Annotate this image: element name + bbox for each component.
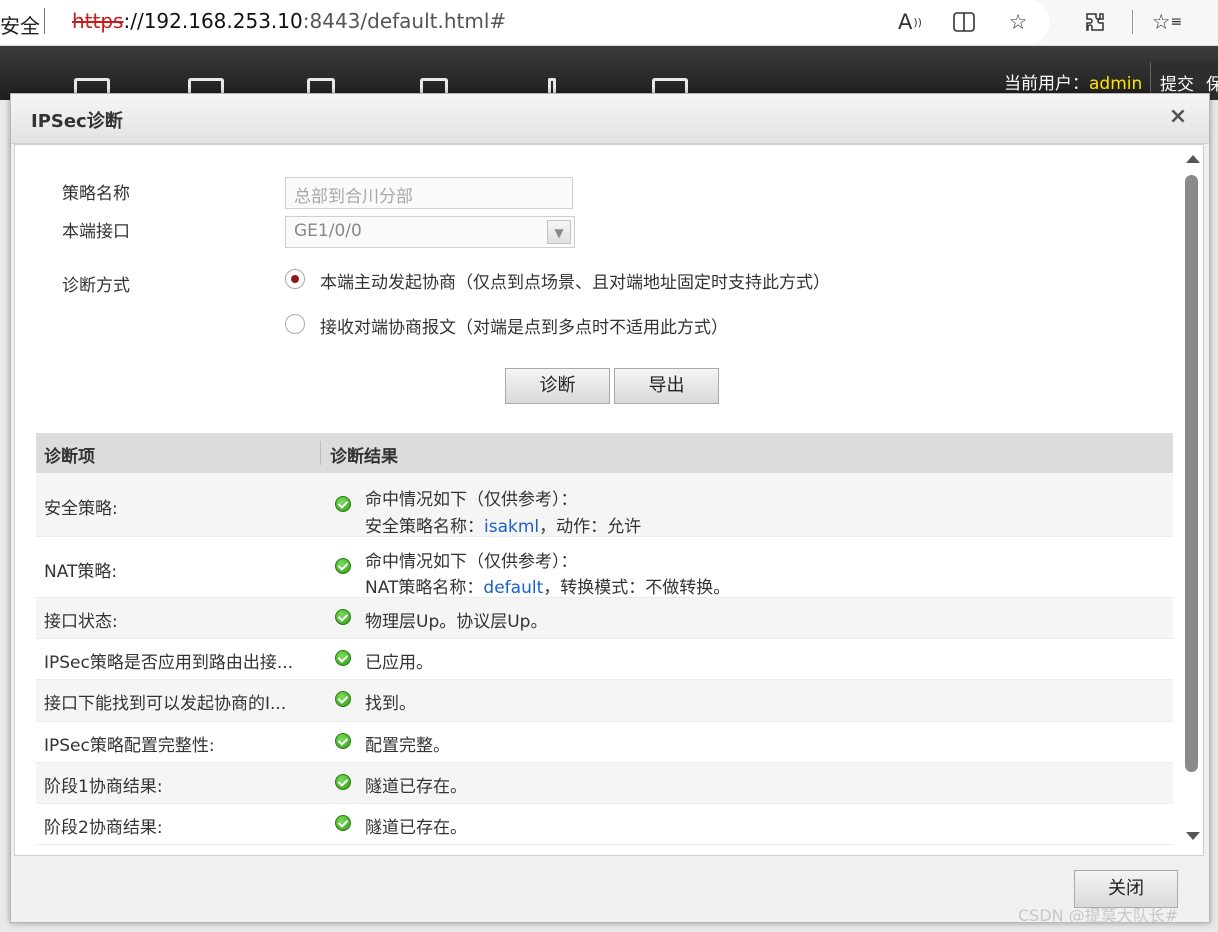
row-item: 接口状态: [44,612,118,632]
local-interface-value: GE1/0/0 [294,221,362,241]
table-row: IPSec策略配置完整性: 配置完整。 [36,722,1173,763]
row-item: 阶段2协商结果: [44,818,163,838]
table-row: NAT策略: 命中情况如下（仅供参考）： NAT策略名称：default，转换模… [36,537,1173,598]
current-user-label: 当前用户： [1004,74,1089,94]
local-interface-select[interactable]: GE1/0/0 ▼ [285,216,575,248]
row-item[interactable]: IPSec策略是否应用到路由出接... [44,648,314,673]
table-row: 阶段2协商结果: 隧道已存在。 [36,804,1173,845]
header-column-separator[interactable] [320,441,321,465]
save-button-label[interactable]: 保 [1206,75,1218,95]
dialog-title: IPSec诊断 [31,111,123,132]
close-icon[interactable]: × [1165,104,1191,130]
row-item: 安全策略: [44,499,118,519]
scrollbar-thumb[interactable] [1185,175,1198,772]
row-item: IPSec策略配置完整性: [44,736,215,756]
table-header: 诊断项 诊断结果 [36,433,1173,473]
radio-initiate-label[interactable]: 本端主动发起协商（仅点到点场景、且对端地址固定时支持此方式） [320,268,830,293]
split-screen-icon[interactable] [950,8,978,36]
row-result-line2: NAT策略名称：default，转换模式：不做转换。 [365,573,730,598]
check-icon [335,733,351,749]
submit-button-label: 提交 [1160,75,1194,95]
ipsec-diagnosis-dialog: IPSec诊断 × 策略名称 总部到合川分部 本端接口 GE1/0/0 ▼ 诊断… [10,93,1210,923]
row-result: 已应用。 [365,653,433,673]
address-bar[interactable]: 安全 https://192.168.253.10:8443/default.h… [0,0,1050,44]
read-aloud-icon[interactable]: A)) [896,8,924,36]
url-host: ://192.168.253.10 [123,9,303,33]
table-row: 接口下能找到可以发起协商的I... 找到。 [36,680,1173,722]
watermark: CSDN @提莫大队长# [1018,906,1179,925]
row-result: 隧道已存在。 [365,777,467,797]
row-result: 配置完整。 [365,736,450,756]
row-result-line1: 命中情况如下（仅供参考）： [365,552,578,572]
result-text: ，动作：允许 [539,517,642,537]
check-icon [335,815,351,831]
radio-initiate[interactable] [285,269,305,289]
security-indicator[interactable]: 安全 [0,10,40,39]
radio-receive-label[interactable]: 接收对端协商报文（对端是点到多点时不适用此方式） [320,313,728,338]
row-item: 阶段1协商结果: [44,777,163,797]
radio-receive[interactable] [285,314,305,334]
row-result-line2: 安全策略名称：isakml，动作：允许 [365,512,641,537]
security-policy-link[interactable]: isakml [484,517,539,537]
result-text: 安全策略名称： [365,517,484,537]
favorites-icon[interactable]: ☆ ≡ [1152,8,1183,36]
current-user-info: 当前用户：admin [1004,69,1142,94]
url-scheme: https [72,9,124,33]
row-result-line1: 命中情况如下（仅供参考）： [365,490,578,510]
current-user-name: admin [1089,74,1143,94]
row-item: NAT策略: [44,562,118,582]
chevron-down-icon[interactable]: ▼ [547,220,571,244]
header-item: 诊断项 [44,447,95,467]
diagnosis-table: 诊断项 诊断结果 安全策略: 命中情况如下（仅供参考）： 安全策略名称：isak… [36,433,1173,845]
check-icon [335,774,351,790]
check-icon [335,609,351,625]
check-icon [335,496,351,512]
table-row: 阶段1协商结果: 隧道已存在。 [36,763,1173,804]
row-result: 隧道已存在。 [365,818,467,838]
diagnose-button[interactable]: 诊断 [505,368,610,404]
favorite-add-icon[interactable]: ☆ [1004,8,1032,36]
result-text: NAT策略名称： [365,578,484,598]
url-text[interactable]: https://192.168.253.10:8443/default.html… [72,9,506,33]
table-row: IPSec策略是否应用到路由出接... 已应用。 [36,639,1173,680]
browser-toolbar: 安全 https://192.168.253.10:8443/default.h… [0,0,1218,46]
table-row: 接口状态: 物理层Up。协议层Up。 [36,598,1173,639]
row-result: 找到。 [365,694,416,714]
scroll-down-icon[interactable] [1186,832,1200,840]
header-result: 诊断结果 [330,447,398,467]
check-icon [335,650,351,666]
diag-method-label: 诊断方式 [62,276,130,296]
local-interface-label: 本端接口 [62,222,130,242]
result-text: ，转换模式：不做转换。 [543,578,731,598]
export-button[interactable]: 导出 [614,368,719,404]
address-separator [44,8,45,34]
check-icon [335,558,351,574]
extensions-icon[interactable] [1081,8,1109,36]
toolbar-separator [1132,10,1133,34]
policy-name-input[interactable]: 总部到合川分部 [285,177,573,209]
row-item[interactable]: 接口下能找到可以发起协商的I... [44,689,314,714]
table-row: 安全策略: 命中情况如下（仅供参考）： 安全策略名称：isakml，动作：允许 [36,473,1173,537]
url-path: :8443/default.html# [302,9,507,33]
check-icon [335,691,351,707]
nat-policy-link[interactable]: default [483,578,543,598]
policy-name-label: 策略名称 [62,184,130,204]
dialog-header: IPSec诊断 × [11,94,1209,144]
app-header: 当前用户：admin 提交保 [0,46,1218,100]
dialog-content: 策略名称 总部到合川分部 本端接口 GE1/0/0 ▼ 诊断方式 本端主动发起协… [14,144,1204,856]
row-result: 物理层Up。协议层Up。 [365,612,548,632]
scroll-up-icon[interactable] [1186,155,1200,163]
vertical-scrollbar[interactable] [1181,145,1203,855]
